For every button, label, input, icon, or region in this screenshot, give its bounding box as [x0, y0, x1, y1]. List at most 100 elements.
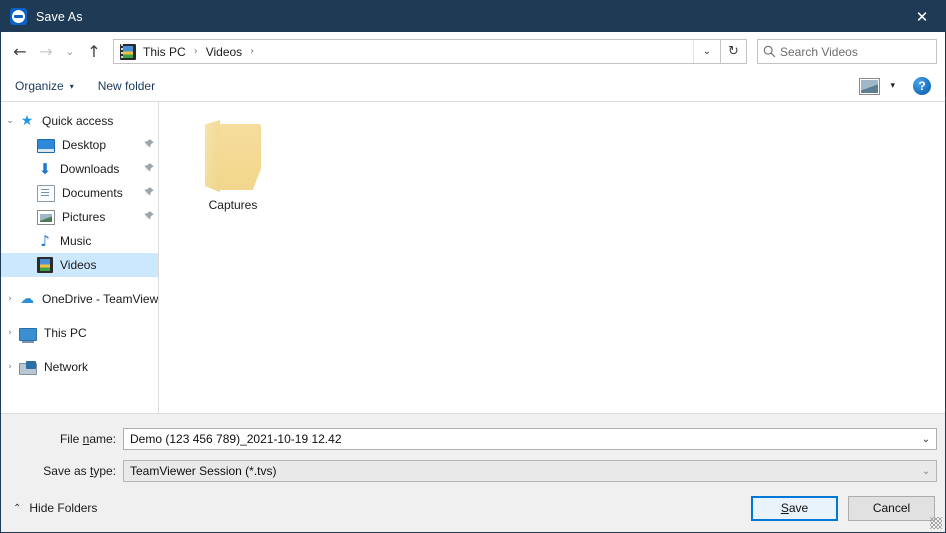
music-icon: ♪: [40, 232, 50, 250]
sidebar-item-videos[interactable]: › Videos: [1, 253, 158, 277]
sidebar-item-label: Videos: [60, 258, 97, 272]
sidebar-item-label: OneDrive - TeamView: [42, 292, 158, 306]
breadcrumb-item-videos[interactable]: Videos: [205, 45, 243, 59]
pictures-icon: [37, 210, 55, 225]
pin-icon: [143, 162, 155, 175]
cancel-button[interactable]: Cancel: [848, 495, 935, 521]
sidebar-item-network[interactable]: › Network: [1, 355, 158, 379]
chevron-down-icon: ▾: [69, 81, 74, 91]
search-icon: [758, 45, 780, 58]
documents-icon: [37, 184, 55, 202]
navigation-pane: ⌄ ★ Quick access › Desktop › ⬇ Downloads: [1, 102, 159, 413]
twisty-icon: ›: [19, 260, 37, 270]
videos-icon: [37, 257, 53, 273]
filetype-row: Save as type: TeamViewer Session (*.tvs)…: [1, 458, 945, 484]
up-button[interactable]: ↑: [81, 39, 107, 65]
hide-folders-button[interactable]: ⌃ Hide Folders: [13, 501, 97, 515]
chevron-down-icon[interactable]: ⌄: [916, 466, 936, 477]
pin-icon: [143, 210, 155, 223]
list-item-label: Captures: [208, 198, 258, 212]
save-as-dialog: Save As ✕ ← → ⌄ ↑ This PC › Videos › ⌄ ↻…: [0, 0, 946, 533]
toolbar-right-group: ▾ ?: [859, 77, 937, 95]
cancel-label: Cancel: [872, 501, 911, 515]
sidebar-item-label: This PC: [44, 326, 87, 340]
sidebar-item-music[interactable]: › ♪ Music: [1, 229, 158, 253]
sidebar-item-downloads[interactable]: › ⬇ Downloads: [1, 157, 158, 181]
sidebar-item-documents[interactable]: › Documents: [1, 181, 158, 205]
twisty-icon[interactable]: ›: [1, 294, 19, 304]
hide-folders-label: Hide Folders: [29, 501, 98, 515]
change-view-icon[interactable]: [859, 77, 881, 95]
filename-value[interactable]: Demo (123 456 789)_2021-10-19 12.42: [124, 432, 916, 446]
sidebar-item-label: Music: [60, 234, 92, 248]
forward-button: →: [39, 42, 53, 61]
dialog-body: ⌄ ★ Quick access › Desktop › ⬇ Downloads: [1, 102, 945, 414]
sidebar-item-label: Downloads: [60, 162, 120, 176]
refresh-icon[interactable]: ↻: [721, 39, 747, 64]
desktop-icon: [37, 139, 55, 153]
command-toolbar: Organize ▾ New folder ▾ ?: [1, 71, 945, 102]
recent-locations-button[interactable]: ⌄: [59, 39, 81, 65]
sidebar-item-label: Quick access: [42, 114, 114, 128]
twisty-icon[interactable]: ⌄: [1, 116, 19, 126]
twisty-icon: ›: [19, 212, 37, 222]
new-folder-button[interactable]: New folder: [98, 79, 155, 93]
save-button[interactable]: Save: [751, 495, 838, 521]
chevron-down-icon[interactable]: ⌄: [916, 434, 936, 445]
sidebar-item-label: Documents: [62, 186, 123, 200]
pin-icon: [143, 186, 155, 199]
sidebar-item-label: Pictures: [62, 210, 106, 224]
sidebar-item-pictures[interactable]: › Pictures: [1, 205, 158, 229]
chevron-down-icon[interactable]: ▾: [890, 81, 895, 91]
sidebar-item-quick-access[interactable]: ⌄ ★ Quick access: [1, 109, 158, 133]
breadcrumb-item-this-pc[interactable]: This PC: [142, 45, 187, 59]
search-input[interactable]: Search Videos: [757, 39, 937, 64]
pin-icon: [143, 138, 155, 151]
download-icon: ⬇: [38, 160, 52, 178]
chevron-up-icon: ⌃: [13, 502, 22, 514]
resize-grip[interactable]: [930, 517, 942, 529]
sidebar-item-desktop[interactable]: › Desktop: [1, 133, 158, 157]
twisty-icon[interactable]: ›: [1, 328, 19, 338]
filename-input[interactable]: Demo (123 456 789)_2021-10-19 12.42 ⌄: [123, 428, 937, 450]
sidebar-item-this-pc[interactable]: › This PC: [1, 321, 158, 345]
file-list[interactable]: Captures: [159, 102, 945, 413]
title-bar: Save As ✕: [1, 1, 945, 32]
dialog-footer: File name: Demo (123 456 789)_2021-10-19…: [1, 414, 945, 532]
chevron-right-icon: ›: [193, 46, 198, 57]
close-icon[interactable]: ✕: [899, 1, 945, 32]
sidebar-item-label: Desktop: [62, 138, 107, 152]
twisty-icon: ›: [19, 236, 37, 246]
chevron-right-icon-2: ›: [250, 46, 255, 57]
organize-label: Organize: [15, 79, 64, 93]
sidebar-item-label: Network: [44, 360, 89, 374]
back-button[interactable]: ←: [7, 39, 33, 65]
help-button[interactable]: ?: [913, 77, 931, 95]
cloud-icon: ☁: [20, 291, 34, 307]
list-item[interactable]: Captures: [185, 116, 281, 212]
star-icon: ★: [20, 113, 34, 129]
twisty-icon: ›: [19, 188, 37, 198]
twisty-icon: ›: [19, 140, 37, 150]
this-pc-icon: [19, 327, 37, 343]
chevron-down-icon[interactable]: ⌄: [693, 40, 720, 63]
filename-row: File name: Demo (123 456 789)_2021-10-19…: [1, 426, 945, 452]
twisty-icon: ›: [19, 164, 37, 174]
button-row: ⌃ Hide Folders Save Cancel: [1, 484, 945, 532]
folder-icon: [205, 120, 261, 192]
breadcrumb[interactable]: This PC › Videos › ⌄: [113, 39, 721, 64]
filetype-select[interactable]: TeamViewer Session (*.tvs) ⌄: [123, 460, 937, 482]
sidebar-item-onedrive[interactable]: › ☁ OneDrive - TeamView: [1, 287, 158, 311]
organize-button[interactable]: Organize ▾: [15, 79, 74, 93]
teamviewer-logo-icon: [10, 8, 27, 25]
filetype-value: TeamViewer Session (*.tvs): [130, 464, 277, 478]
window-title: Save As: [36, 9, 83, 24]
action-buttons: Save Cancel: [751, 495, 935, 521]
new-folder-label: New folder: [97, 79, 156, 93]
twisty-icon[interactable]: ›: [1, 362, 19, 372]
address-bar: ← → ⌄ ↑ This PC › Videos › ⌄ ↻ Search Vi…: [1, 32, 945, 71]
search-placeholder: Search Videos: [780, 44, 858, 59]
filename-label: File name:: [59, 432, 116, 446]
network-icon: [19, 361, 37, 375]
videos-folder-icon: [120, 43, 136, 60]
